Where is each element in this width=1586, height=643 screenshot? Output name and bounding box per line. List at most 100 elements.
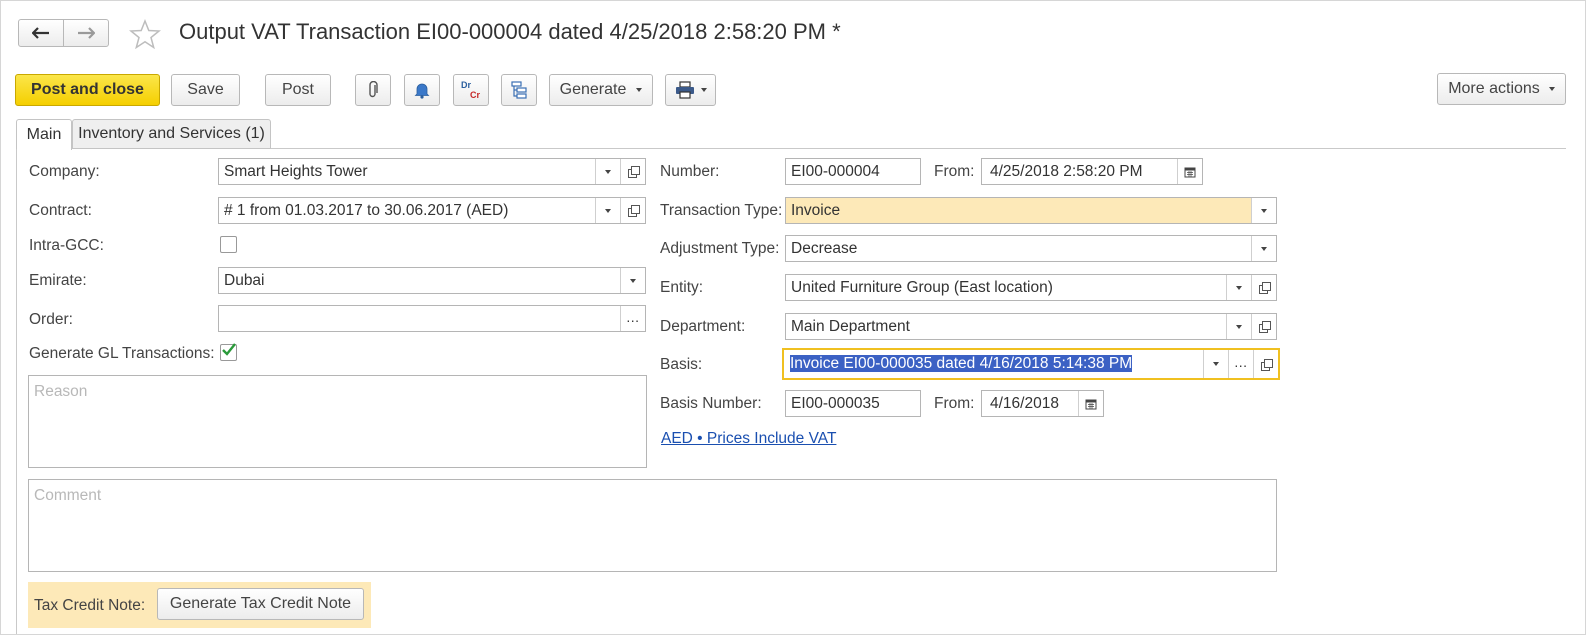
generate-tax-credit-note-button[interactable]: Generate Tax Credit Note (157, 588, 364, 620)
basis-value-selected: Invoice EI00-000035 dated 4/16/2018 5:14… (790, 355, 1133, 372)
entity-field[interactable]: United Furniture Group (East location) (785, 274, 1277, 301)
ellipsis-icon: ... (1234, 354, 1248, 370)
emirate-dropdown[interactable] (620, 268, 645, 293)
basis-from-label: From: (934, 395, 975, 412)
chevron-down-icon (1261, 208, 1267, 213)
intra-gcc-checkbox[interactable] (220, 236, 237, 253)
basis-from-calendar-button[interactable] (1078, 391, 1103, 416)
back-button[interactable] (18, 19, 64, 47)
chevron-down-icon (1213, 362, 1219, 366)
department-dropdown[interactable] (1226, 314, 1251, 339)
reminder-button[interactable] (404, 74, 440, 106)
comment-placeholder: Comment (34, 487, 102, 504)
number-field[interactable]: EI00-000004 (785, 158, 921, 185)
adjustment-type-value: Decrease (791, 239, 858, 257)
basis-number-field[interactable]: EI00-000035 (785, 390, 921, 417)
generate-gl-label: Generate GL Transactions: (29, 345, 215, 362)
tab-content-border (16, 149, 17, 634)
adjustment-type-field[interactable]: Decrease (785, 235, 1277, 262)
comment-textarea[interactable]: Comment (28, 479, 1277, 572)
basis-from-date-value: 4/16/2018 (990, 394, 1059, 412)
print-dropdown-button[interactable] (665, 74, 716, 106)
calendar-icon (1085, 399, 1097, 409)
dr-cr-button[interactable]: Dr Cr (453, 74, 489, 106)
entity-value: United Furniture Group (East location) (791, 278, 1053, 296)
company-open[interactable] (620, 159, 645, 184)
tab-inventory-and-services[interactable]: Inventory and Services (1) (72, 119, 271, 149)
open-icon (627, 205, 640, 217)
entity-label: Entity: (660, 279, 704, 296)
chevron-down-icon (700, 88, 707, 92)
department-open[interactable] (1251, 314, 1276, 339)
department-value: Main Department (791, 317, 910, 335)
emirate-value: Dubai (224, 271, 265, 289)
basis-select[interactable]: ... (1228, 350, 1253, 378)
company-field[interactable]: Smart Heights Tower (218, 158, 646, 185)
from-calendar-button[interactable] (1177, 159, 1202, 184)
chevron-down-icon (605, 169, 611, 174)
contract-field[interactable]: # 1 from 01.03.2017 to 30.06.2017 (AED) (218, 197, 646, 224)
arrow-right-icon (78, 27, 95, 39)
ellipsis-icon: ... (626, 308, 640, 325)
contract-label: Contract: (29, 202, 92, 219)
chevron-down-icon (1236, 324, 1242, 329)
more-actions-button[interactable]: More actions (1437, 73, 1566, 105)
adjustment-type-label: Adjustment Type: (660, 240, 780, 257)
currency-link[interactable]: AED • Prices Include VAT (661, 430, 836, 448)
intra-gcc-label: Intra-GCC: (29, 237, 104, 254)
order-field[interactable]: ... (218, 305, 646, 332)
order-select[interactable]: ... (620, 306, 645, 331)
contract-open[interactable] (620, 198, 645, 223)
transaction-type-value: Invoice (791, 201, 841, 219)
reason-textarea[interactable]: Reason (28, 375, 647, 468)
chevron-down-icon (636, 88, 643, 92)
favorite-star-icon[interactable] (129, 19, 161, 49)
transaction-type-field[interactable]: Invoice (785, 197, 1277, 224)
chevron-down-icon (1261, 246, 1267, 251)
tax-credit-label: Tax Credit Note: (34, 597, 146, 614)
basis-dropdown[interactable] (1203, 350, 1228, 378)
entity-open[interactable] (1251, 275, 1276, 300)
from-date-value: 4/25/2018 2:58:20 PM (990, 162, 1143, 180)
company-dropdown[interactable] (595, 159, 620, 184)
post-button[interactable]: Post (265, 74, 331, 106)
generate-dropdown-button[interactable]: Generate (549, 74, 653, 106)
basis-field[interactable]: Invoice EI00-000035 dated 4/16/2018 5:14… (782, 348, 1280, 380)
generate-gl-checkbox[interactable] (220, 343, 237, 361)
page-title: Output VAT Transaction EI00-000004 dated… (179, 19, 841, 44)
emirate-field[interactable]: Dubai (218, 267, 646, 294)
basis-number-value: EI00-000035 (791, 394, 880, 412)
tab-main-label: Main (26, 126, 62, 143)
adjustment-type-dropdown[interactable] (1251, 236, 1276, 261)
basis-number-label: Basis Number: (660, 395, 762, 412)
company-value: Smart Heights Tower (224, 162, 368, 180)
attach-button[interactable] (355, 74, 391, 106)
forward-button[interactable] (63, 19, 109, 47)
contract-dropdown[interactable] (595, 198, 620, 223)
calendar-icon (1184, 167, 1196, 177)
structure-button[interactable] (501, 74, 537, 106)
arrow-left-icon (32, 27, 49, 39)
save-button[interactable]: Save (171, 74, 240, 106)
company-label: Company: (29, 163, 100, 180)
department-label: Department: (660, 318, 746, 335)
generate-label: Generate (559, 81, 627, 98)
entity-dropdown[interactable] (1226, 275, 1251, 300)
from-date-field[interactable]: 4/25/2018 2:58:20 PM (981, 158, 1203, 185)
post-and-close-button[interactable]: Post and close (15, 74, 160, 106)
chevron-down-icon (1236, 285, 1242, 290)
basis-open[interactable] (1253, 350, 1278, 378)
tax-credit-panel: Tax Credit Note: Generate Tax Credit Not… (28, 582, 371, 628)
chevron-down-icon (605, 208, 611, 213)
order-label: Order: (29, 311, 73, 328)
transaction-type-dropdown[interactable] (1251, 198, 1276, 223)
open-icon (1258, 282, 1271, 294)
transaction-type-label: Transaction Type: (660, 202, 783, 219)
number-value: EI00-000004 (791, 162, 880, 180)
cr-label: Cr (470, 90, 481, 100)
basis-from-date-field[interactable]: 4/16/2018 (981, 390, 1104, 417)
open-icon (1258, 321, 1271, 333)
more-actions-label: More actions (1448, 80, 1540, 97)
tab-main[interactable]: Main (16, 119, 72, 150)
department-field[interactable]: Main Department (785, 313, 1277, 340)
